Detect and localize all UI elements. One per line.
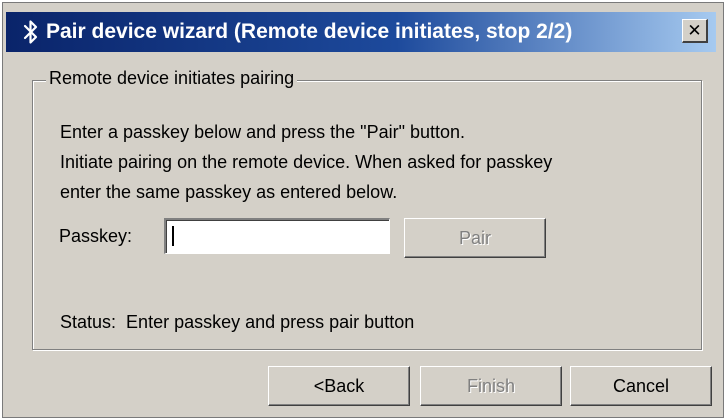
instruction-line-3: enter the same passkey as entered below. bbox=[60, 182, 398, 202]
passkey-label: Passkey: bbox=[59, 226, 133, 246]
close-icon: ✕ bbox=[687, 20, 702, 41]
group-box-label: Remote device initiates pairing bbox=[46, 68, 298, 89]
status-text: Status: Enter passkey and press pair but… bbox=[60, 312, 414, 333]
cancel-button[interactable]: Cancel bbox=[570, 366, 712, 406]
title-bar: Pair device wizard (Remote device initia… bbox=[6, 12, 716, 52]
window-title: Pair device wizard (Remote device initia… bbox=[46, 20, 573, 43]
back-button-label: <Back bbox=[313, 375, 365, 396]
pair-button[interactable]: Pair bbox=[404, 218, 546, 258]
finish-button[interactable]: Finish bbox=[420, 366, 562, 406]
instruction-line-1: Enter a passkey below and press the "Pai… bbox=[60, 122, 466, 142]
pair-button-label: Pair bbox=[458, 227, 491, 248]
text-caret bbox=[172, 226, 174, 246]
back-button[interactable]: <Back bbox=[268, 366, 410, 406]
cancel-button-label: Cancel bbox=[612, 375, 670, 396]
finish-button-label: Finish bbox=[466, 375, 515, 396]
bluetooth-icon bbox=[22, 18, 40, 46]
passkey-input[interactable] bbox=[164, 218, 390, 254]
instruction-line-2: Initiate pairing on the remote device. W… bbox=[60, 152, 553, 172]
status-message: Enter passkey and press pair button bbox=[126, 312, 415, 332]
status-label: Status: bbox=[60, 312, 117, 332]
close-button[interactable]: ✕ bbox=[682, 19, 708, 43]
pairing-group-box bbox=[32, 80, 702, 350]
